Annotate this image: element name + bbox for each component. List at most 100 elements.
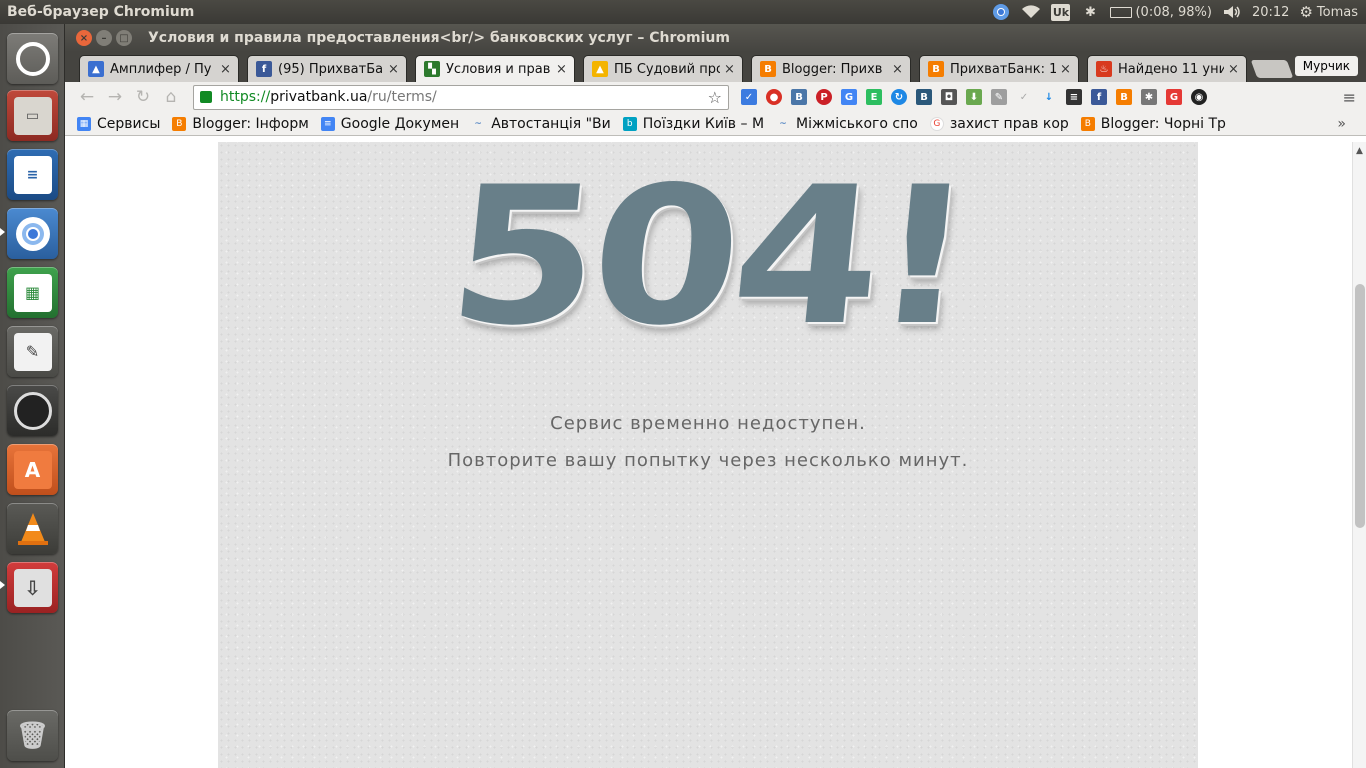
launcher-trash[interactable]: 🗑	[7, 710, 58, 761]
microphone-extension-icon[interactable]: ●	[766, 89, 782, 105]
launcher-text-editor[interactable]: ✎	[7, 326, 58, 377]
vk-badge-extension-icon[interactable]: B	[916, 89, 932, 105]
window-maximize-button[interactable]: □	[116, 30, 132, 46]
tab-close-icon[interactable]: ×	[556, 62, 568, 77]
profile-button[interactable]: Мурчик	[1294, 56, 1358, 76]
bookmark-star-icon[interactable]: ☆	[708, 88, 722, 107]
window-close-button[interactable]: ×	[76, 30, 92, 46]
vk-extension-icon[interactable]: B	[791, 89, 807, 105]
launcher-installer[interactable]: ⇩	[7, 562, 58, 613]
address-bar[interactable]: https:// privatbank.ua /ru/terms/ ☆	[193, 84, 729, 110]
tab[interactable]: ▲ ПБ Судовий про ×	[583, 55, 743, 82]
bookmark-item[interactable]: B Blogger: Інформ	[172, 115, 309, 132]
counter-extension-icon[interactable]: G	[1166, 89, 1182, 105]
download-extension-icon[interactable]: ⬇	[966, 89, 982, 105]
tab[interactable]: B Blogger: Прихв ×	[751, 55, 911, 82]
window-title: Условия и правила предоставления<br/> ба…	[148, 30, 730, 46]
check-extension-icon[interactable]: ✓	[1016, 89, 1032, 105]
tab-close-icon[interactable]: ×	[220, 62, 232, 77]
evernote-extension-icon[interactable]: E	[866, 89, 882, 105]
bookmark-item[interactable]: B Blogger: Чорні Тр	[1080, 115, 1226, 132]
incognito-extension-icon[interactable]: ◘	[941, 89, 957, 105]
launcher-software-center[interactable]: A	[7, 444, 58, 495]
tab-title: (95) ПрихватБа	[278, 61, 384, 77]
bus-icon: ~	[779, 118, 787, 129]
volume-icon[interactable]	[1222, 3, 1242, 21]
tab-close-icon[interactable]: ×	[724, 62, 736, 77]
bookmarks-overflow-icon[interactable]: »	[1337, 116, 1346, 132]
launcher-files[interactable]: ▭	[7, 90, 58, 141]
amplifer-icon: ▲	[88, 61, 104, 77]
error-panel: 504! Сервис временно недоступен. Повтори…	[218, 142, 1198, 768]
tab-title: Найдено 11 уни	[1118, 61, 1224, 77]
google-docs-icon: ≡	[320, 116, 335, 131]
tab[interactable]: ♨ Найдено 11 уни ×	[1087, 55, 1247, 82]
wifi-icon[interactable]	[1021, 3, 1041, 21]
tab-close-icon[interactable]: ×	[388, 62, 400, 77]
spreadsheet-icon: ▦	[13, 273, 52, 312]
layers-extension-icon[interactable]: ≡	[1066, 89, 1082, 105]
launcher-calc[interactable]: ▦	[7, 267, 58, 318]
bookmark-item[interactable]: ▦ Сервисы	[77, 116, 160, 132]
user-name: Tomas	[1316, 4, 1358, 20]
bookmark-label: Поїздки Київ – М	[642, 115, 765, 132]
running-indicator	[0, 228, 5, 236]
flame-icon: ♨	[1096, 61, 1112, 77]
new-tab-button[interactable]	[1250, 60, 1294, 78]
privatbank-icon: ▚	[424, 61, 440, 77]
translate-extension-icon[interactable]: G	[841, 89, 857, 105]
bookmark-label: Blogger: Інформ	[192, 115, 309, 132]
blogger-extension-icon[interactable]: B	[1116, 89, 1132, 105]
scroll-up-arrow-icon[interactable]: ▲	[1356, 146, 1363, 156]
gear-icon: ⚙	[1299, 3, 1313, 21]
puzzle-extension-icon[interactable]: ✱	[1141, 89, 1157, 105]
home-icon[interactable]: ⌂	[157, 87, 185, 107]
pinterest-extension-icon[interactable]: P	[816, 89, 832, 105]
chromium-indicator-icon[interactable]	[991, 3, 1011, 21]
tab[interactable]: ▲ Амплифер / Пу ×	[79, 55, 239, 82]
window-minimize-button[interactable]: –	[96, 30, 112, 46]
vertical-scrollbar[interactable]: ▲	[1352, 142, 1366, 768]
launcher-obs[interactable]	[7, 385, 58, 436]
bookmark-item[interactable]: ~ Міжміського спо	[776, 116, 918, 132]
checkmark-extension-icon[interactable]: ✓	[741, 89, 757, 105]
file-cabinet-icon: ▭	[13, 96, 52, 135]
back-arrow-icon[interactable]: ←	[73, 87, 101, 107]
bookmark-label: Міжміського спо	[796, 115, 918, 132]
launcher-vlc[interactable]	[7, 503, 58, 554]
tab-close-icon[interactable]: ×	[892, 62, 904, 77]
tab-close-icon[interactable]: ×	[1228, 62, 1240, 77]
forward-arrow-icon[interactable]: →	[101, 87, 129, 107]
bluetooth-icon[interactable]: ✱	[1080, 3, 1100, 21]
reload-icon[interactable]: ↻	[129, 87, 157, 107]
url-path: /ru/terms/	[367, 89, 437, 105]
bookmark-item[interactable]: b Поїздки Київ – М	[622, 115, 765, 132]
tab-title: Blogger: Прихв	[782, 61, 883, 77]
sync-extension-icon[interactable]: ↻	[891, 89, 907, 105]
pencil-note-icon: ✎	[13, 332, 52, 371]
bookmark-item[interactable]: ≡ Google Докумен	[320, 116, 459, 132]
clock[interactable]: 20:12	[1252, 5, 1289, 20]
edit-extension-icon[interactable]: ✎	[991, 89, 1007, 105]
facebook-extension-icon[interactable]: f	[1091, 89, 1107, 105]
chrome-menu-icon[interactable]: ≡	[1343, 88, 1356, 107]
session-menu[interactable]: ⚙ Tomas	[1299, 3, 1358, 21]
bookmark-label: Blogger: Чорні Тр	[1100, 115, 1226, 132]
bookmark-item[interactable]: G захист прав кор	[929, 116, 1069, 132]
system-tray: Uk ✱ (0:08, 98%) 20:12 ⚙ Tomas	[991, 3, 1366, 21]
arrow-down-extension-icon[interactable]: ↓	[1041, 89, 1057, 105]
tab[interactable]: f (95) ПрихватБа ×	[247, 55, 407, 82]
tab-active[interactable]: ▚ Условия и прав ×	[415, 55, 575, 82]
scrollbar-thumb[interactable]	[1355, 284, 1365, 528]
tab[interactable]: B ПрихватБанк: 1 ×	[919, 55, 1079, 82]
launcher-chromium[interactable]	[7, 208, 58, 259]
launcher-writer[interactable]: ≡	[7, 149, 58, 200]
tab-close-icon[interactable]: ×	[1060, 62, 1072, 77]
dash-home-button[interactable]	[7, 33, 58, 84]
launcher: ▭ ≡ ▦ ✎ A ⇩ 🗑	[0, 24, 65, 768]
ubuntu-logo-icon	[15, 41, 50, 76]
keyboard-layout-indicator[interactable]: Uk	[1051, 3, 1071, 21]
color-wheel-extension-icon[interactable]: ◉	[1191, 89, 1207, 105]
battery-indicator[interactable]: (0:08, 98%)	[1110, 5, 1212, 20]
bookmark-item[interactable]: ~ Автостанція "Ви	[471, 116, 610, 132]
